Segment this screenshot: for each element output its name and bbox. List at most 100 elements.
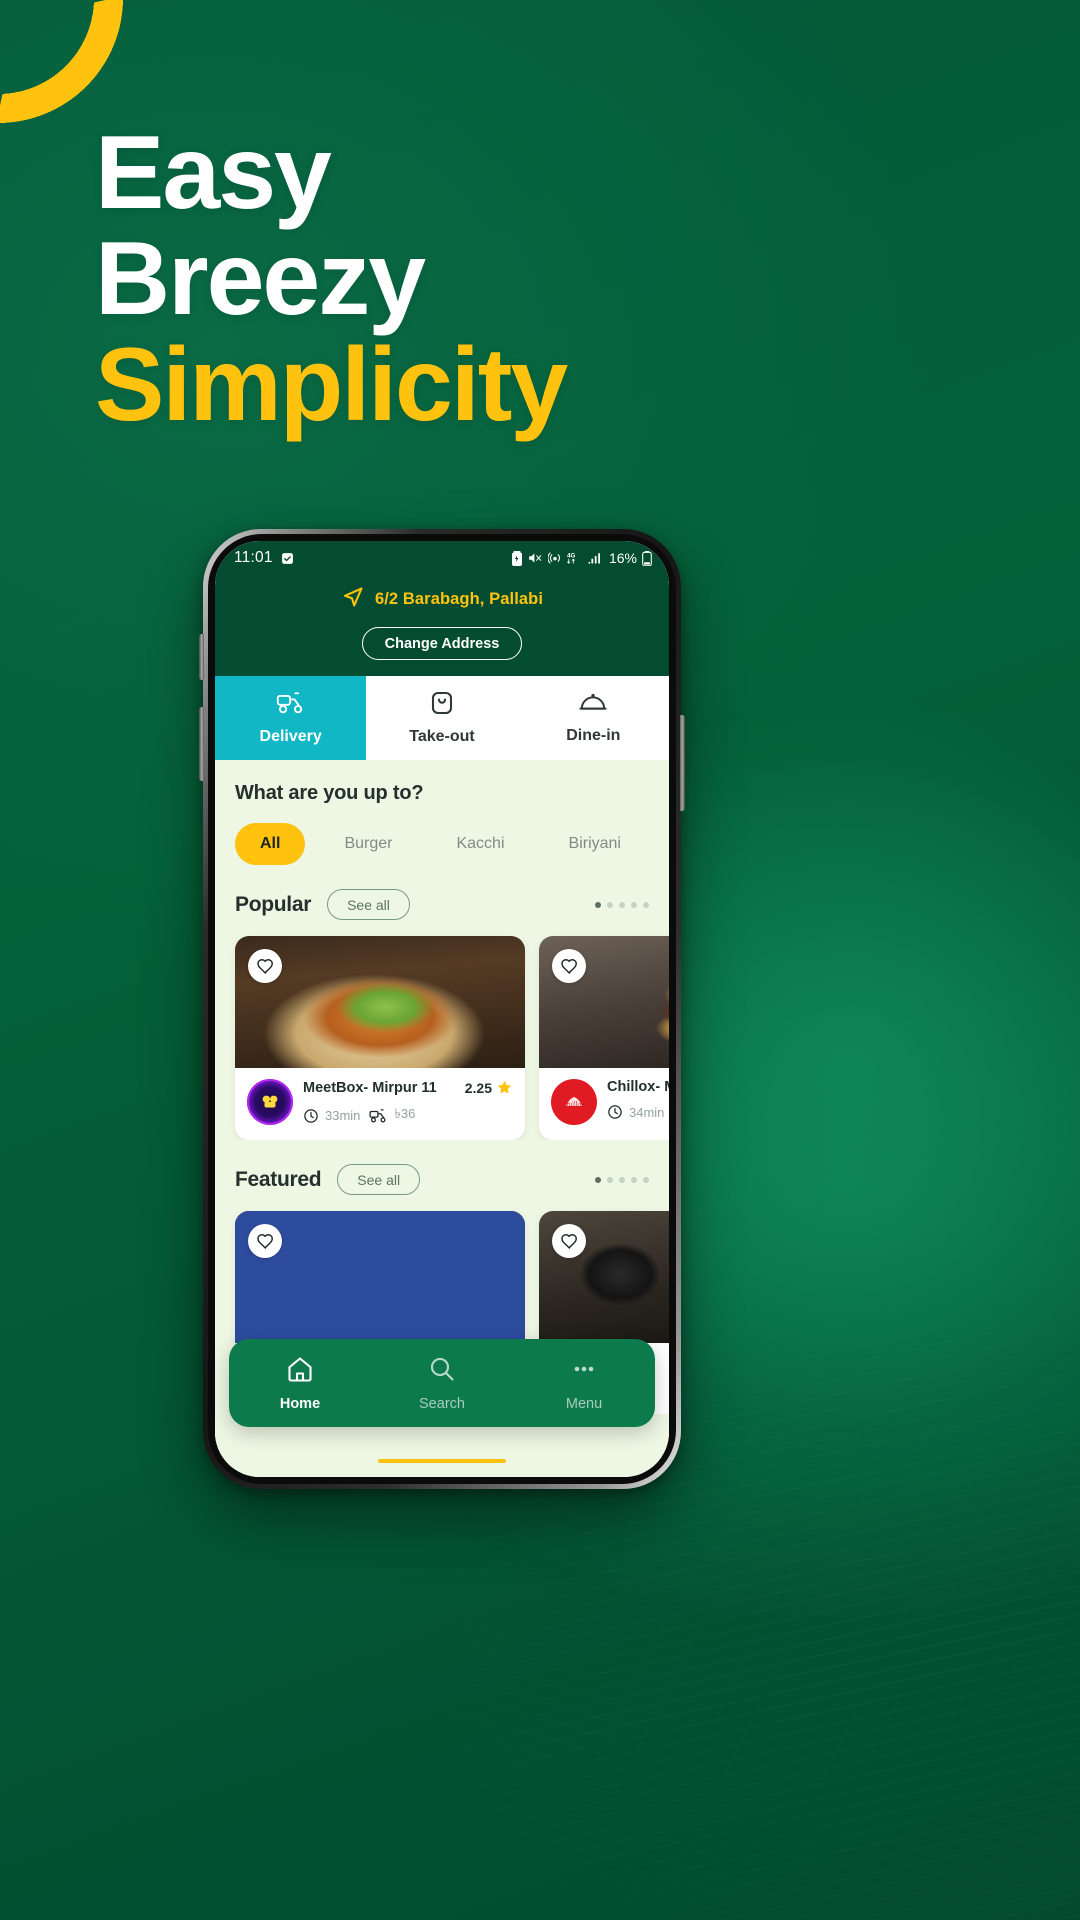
restaurant-image bbox=[539, 936, 669, 1068]
restaurant-logo bbox=[247, 1079, 293, 1125]
scooter-icon bbox=[276, 690, 306, 721]
phone-power-button[interactable] bbox=[680, 715, 685, 811]
battery-icon bbox=[642, 550, 652, 566]
home-content[interactable]: What are you up to? All Burger Kacchi Bi… bbox=[215, 760, 669, 1477]
pager-dot bbox=[619, 901, 625, 908]
pager-dot bbox=[643, 1176, 649, 1183]
star-icon bbox=[497, 1080, 512, 1094]
nav-item-search[interactable]: Search bbox=[371, 1355, 513, 1412]
battery-saver-icon bbox=[511, 550, 523, 566]
more-dots-icon bbox=[570, 1355, 598, 1388]
pager-dot bbox=[619, 1176, 625, 1183]
pager-dot bbox=[643, 901, 649, 908]
svg-text:chillox: chillox bbox=[563, 1100, 585, 1109]
headline-line-3: Simplicity bbox=[95, 327, 568, 444]
restaurant-meta: 34min bbox=[607, 1104, 669, 1120]
signal-bars-icon bbox=[588, 551, 603, 565]
pager-dot bbox=[595, 1176, 601, 1183]
mute-icon bbox=[528, 551, 543, 565]
restaurant-name-row: MeetBox- Mirpur 11 2.25 bbox=[303, 1079, 513, 1096]
address-header: 6/2 Barabagh, Pallabi Change Address bbox=[215, 575, 669, 676]
restaurant-image bbox=[539, 1211, 669, 1343]
restaurant-card-body: MeetBox- Mirpur 11 2.25 33min ৳36 bbox=[235, 1068, 525, 1140]
shopping-bag-icon bbox=[429, 690, 455, 721]
pager-dot bbox=[595, 901, 601, 908]
section-header-featured: Featured See all bbox=[215, 1140, 669, 1195]
search-icon bbox=[428, 1355, 456, 1388]
tab-dinein[interactable]: Dine-in bbox=[517, 676, 669, 760]
phone-screen: 11:01 4G 16% 6/2 Barabagh, Pallabi Chang… bbox=[215, 541, 669, 1477]
restaurant-name: Chillox- Mirpur bbox=[607, 1079, 669, 1095]
scooter-icon bbox=[369, 1108, 386, 1122]
status-bar-clock: 11:01 bbox=[234, 549, 273, 566]
nav-item-menu-label: Menu bbox=[565, 1395, 603, 1412]
tab-delivery-label: Delivery bbox=[259, 728, 322, 745]
favorite-button[interactable] bbox=[248, 1224, 282, 1258]
restaurant-info: Chillox- Mirpur 34min bbox=[607, 1079, 669, 1120]
status-bar: 11:01 4G 16% bbox=[215, 541, 669, 575]
restaurant-card[interactable]: MeetBox- Mirpur 11 2.25 33min ৳36 bbox=[235, 936, 525, 1140]
tab-delivery[interactable]: Delivery bbox=[215, 676, 367, 760]
clock-icon bbox=[608, 1105, 622, 1119]
delivery-fee: ৳36 bbox=[369, 1105, 415, 1126]
pager-dots-featured bbox=[595, 1176, 649, 1183]
rating-value: 2.25 bbox=[464, 1079, 492, 1096]
category-chip-all[interactable]: All bbox=[235, 823, 306, 865]
phone-mockup: 11:01 4G 16% 6/2 Barabagh, Pallabi Chang… bbox=[199, 529, 685, 1489]
section-title-popular: Popular bbox=[235, 892, 312, 916]
pager-dot bbox=[631, 1176, 637, 1183]
pager-dots-popular bbox=[595, 901, 649, 908]
poster-headline: Easy Breezy Simplicity bbox=[95, 115, 568, 444]
restaurant-card-body: chillox Chillox- Mirpur 34min bbox=[539, 1068, 669, 1139]
rating-badge: 2.25 bbox=[465, 1079, 513, 1096]
prompt-title: What are you up to? bbox=[235, 782, 424, 804]
see-all-popular-button[interactable]: See all bbox=[327, 889, 410, 920]
pager-dot bbox=[607, 1176, 613, 1183]
delivery-time: 34min bbox=[607, 1104, 664, 1120]
tab-dinein-label: Dine-in bbox=[566, 727, 621, 744]
restaurant-info: MeetBox- Mirpur 11 2.25 33min ৳36 bbox=[303, 1079, 513, 1126]
checkbox-checked-icon bbox=[281, 552, 294, 565]
favorite-button[interactable] bbox=[552, 949, 586, 983]
restaurant-meta: 33min ৳36 bbox=[303, 1105, 513, 1126]
restaurant-logo: chillox bbox=[551, 1079, 597, 1125]
restaurant-name-row: Chillox- Mirpur bbox=[607, 1079, 669, 1095]
restaurant-card[interactable]: chillox Chillox- Mirpur 34min bbox=[539, 936, 669, 1140]
headline-line-2: Breezy bbox=[95, 221, 426, 338]
hotspot-icon bbox=[547, 551, 562, 565]
headline-line-1: Easy bbox=[95, 115, 332, 231]
pager-dot bbox=[607, 901, 613, 908]
restaurant-card-row-popular[interactable]: MeetBox- Mirpur 11 2.25 33min ৳36 chillo… bbox=[215, 920, 669, 1140]
phone-volume-button[interactable] bbox=[199, 707, 204, 781]
nav-item-menu[interactable]: Menu bbox=[513, 1355, 655, 1412]
tab-takeout-label: Take-out bbox=[409, 728, 475, 745]
category-chip-row[interactable]: All Burger Kacchi Biriyani Kh bbox=[215, 805, 669, 865]
favorite-button[interactable] bbox=[552, 1224, 586, 1258]
delivery-time: 33min bbox=[303, 1108, 360, 1124]
cloche-icon bbox=[579, 691, 607, 720]
change-address-button[interactable]: Change Address bbox=[361, 627, 523, 660]
delivery-time-label: 34min bbox=[629, 1104, 665, 1120]
nav-item-home[interactable]: Home bbox=[229, 1355, 371, 1412]
address-row[interactable]: 6/2 Barabagh, Pallabi bbox=[215, 585, 669, 614]
category-chip-biriyani[interactable]: Biriyani bbox=[544, 823, 646, 865]
4g-data-icon: 4G bbox=[567, 551, 583, 565]
favorite-button[interactable] bbox=[248, 949, 282, 983]
nav-item-search-label: Search bbox=[419, 1395, 465, 1412]
category-chip-burger[interactable]: Burger bbox=[319, 823, 417, 865]
category-chip-kacchi[interactable]: Kacchi bbox=[431, 823, 529, 865]
restaurant-image bbox=[235, 1211, 525, 1343]
battery-percent-label: 16% bbox=[608, 550, 637, 566]
section-title-featured: Featured bbox=[235, 1167, 322, 1191]
order-mode-tabs: Delivery Take-out Dine-in bbox=[215, 676, 669, 760]
restaurant-name: MeetBox- Mirpur 11 bbox=[303, 1079, 437, 1096]
navigation-arrow-icon bbox=[341, 585, 365, 614]
category-chip-kh[interactable]: Kh bbox=[660, 823, 669, 865]
tab-takeout[interactable]: Take-out bbox=[366, 676, 518, 760]
status-bar-right: 4G 16% bbox=[511, 550, 652, 566]
pager-dot bbox=[631, 901, 637, 908]
see-all-featured-button[interactable]: See all bbox=[337, 1164, 421, 1195]
svg-text:4G: 4G bbox=[567, 552, 575, 559]
delivery-time-label: 33min bbox=[325, 1108, 361, 1123]
phone-silent-switch[interactable] bbox=[199, 634, 204, 680]
